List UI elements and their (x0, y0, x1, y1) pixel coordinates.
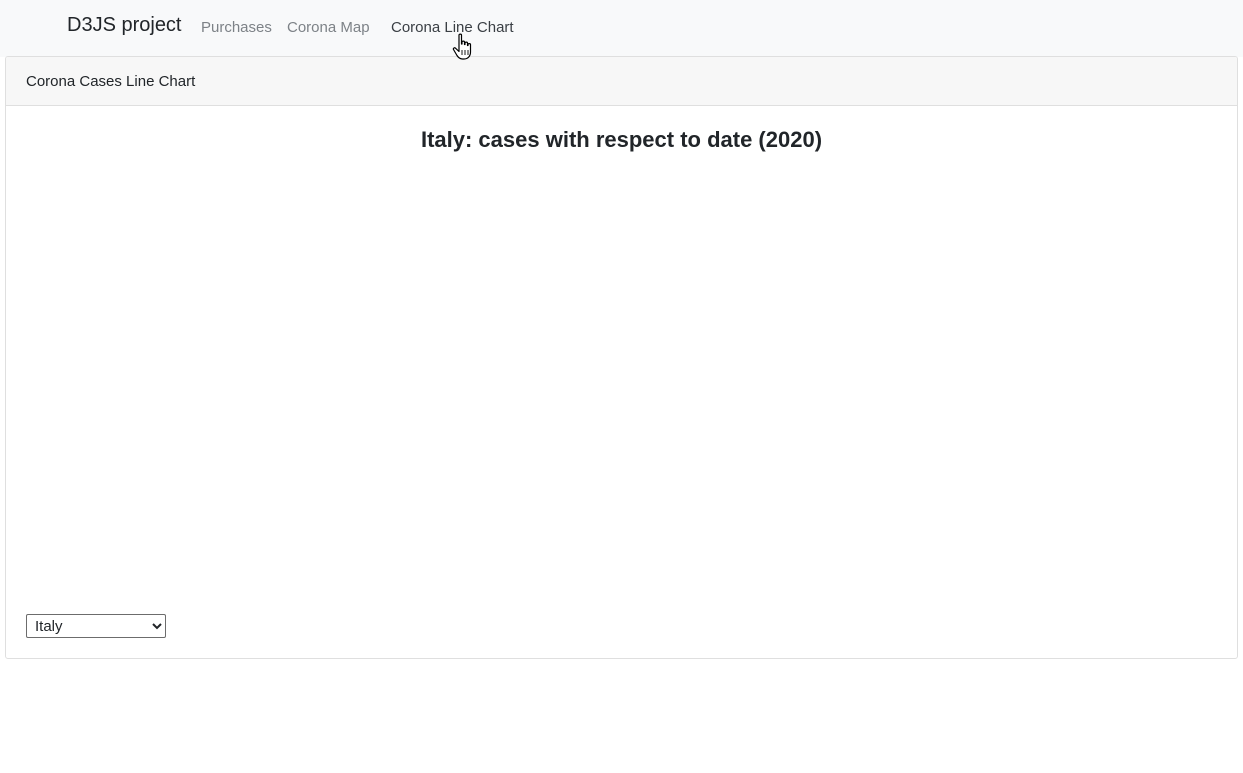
card-header-title: Corona Cases Line Chart (26, 73, 196, 90)
card-header: Corona Cases Line Chart (6, 57, 1237, 106)
hand-pointer-icon (452, 33, 472, 60)
navbar-brand[interactable]: D3JS project (67, 14, 182, 37)
country-select[interactable]: Italy (26, 614, 166, 638)
nav-link-corona-map[interactable]: Corona Map (287, 19, 370, 36)
navbar: D3JS project Purchases Corona Map Corona… (0, 0, 1243, 57)
chart-area (406, 177, 846, 507)
nav-link-purchases[interactable]: Purchases (201, 19, 272, 36)
chart-card: Corona Cases Line Chart Italy: cases wit… (5, 56, 1238, 659)
chart-title: Italy: cases with respect to date (2020) (420, 127, 823, 152)
